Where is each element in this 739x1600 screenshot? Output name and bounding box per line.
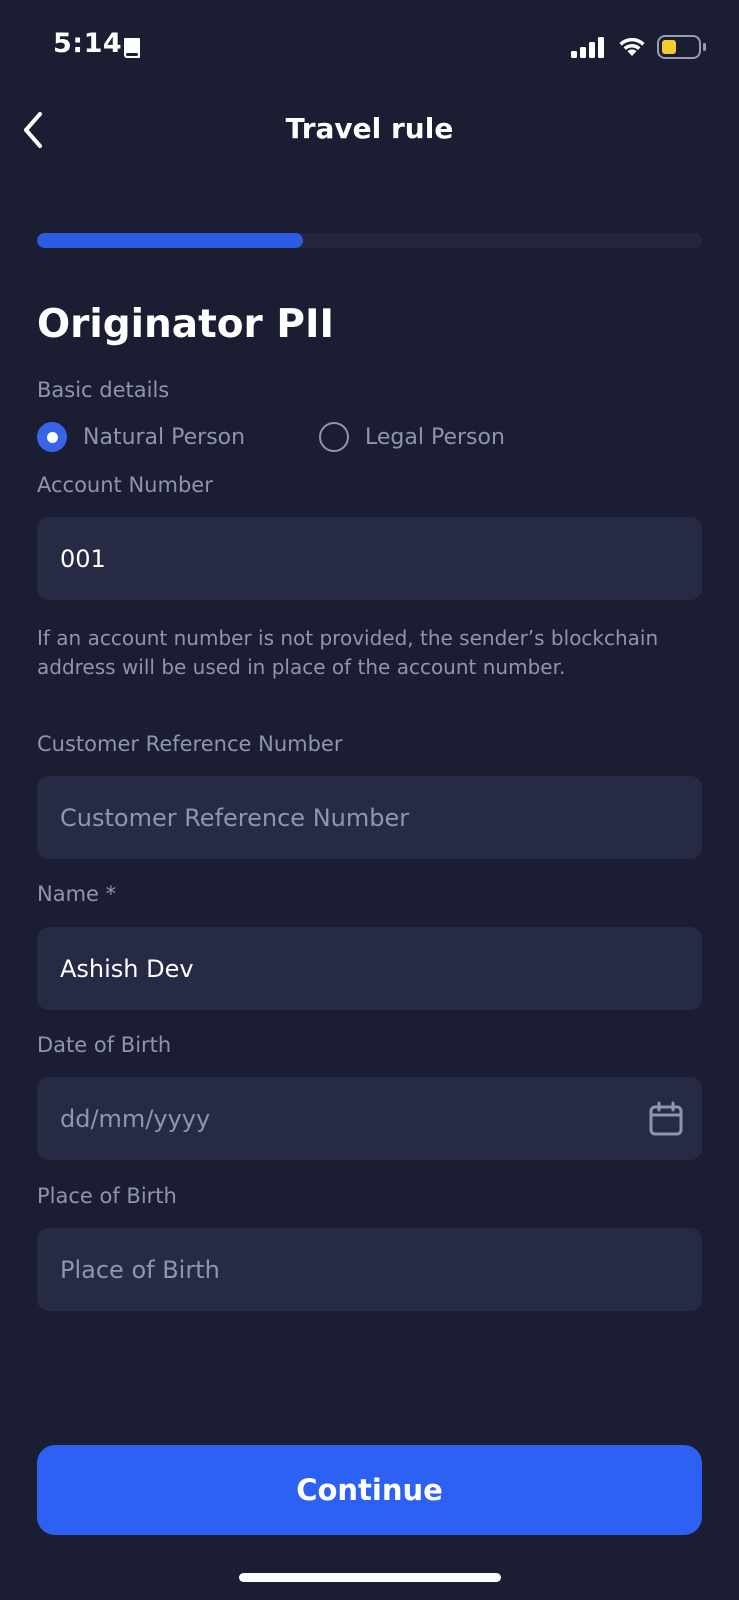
continue-button[interactable]: Continue	[37, 1445, 702, 1535]
radio-natural-person[interactable]: Natural Person	[37, 420, 245, 454]
signal-icon	[571, 37, 604, 58]
radio-label: Natural Person	[83, 424, 246, 450]
place-of-birth-placeholder: Place of Birth	[60, 1255, 220, 1284]
account-number-input[interactable]: 001	[37, 517, 702, 600]
progress-fill	[37, 233, 303, 248]
name-label: Name *	[37, 882, 117, 906]
continue-label: Continue	[296, 1473, 443, 1507]
book-icon	[124, 38, 140, 58]
page-title: Travel rule	[285, 112, 454, 145]
place-of-birth-input[interactable]: Place of Birth	[37, 1228, 702, 1311]
account-number-label: Account Number	[37, 473, 213, 497]
radio-label: Legal Person	[365, 424, 505, 450]
subsection-title: Basic details	[37, 378, 170, 402]
header: Travel rule	[0, 100, 739, 160]
home-indicator[interactable]	[239, 1573, 501, 1582]
account-number-helper: If an account number is not provided, th…	[37, 626, 659, 679]
status-bar: 5:14	[0, 0, 739, 96]
name-value: Ashish Dev	[60, 954, 194, 983]
customer-reference-input[interactable]: Customer Reference Number	[37, 776, 702, 859]
progress-bar	[37, 233, 702, 248]
date-of-birth-label: Date of Birth	[37, 1033, 172, 1057]
place-of-birth-label: Place of Birth	[37, 1184, 177, 1208]
customer-reference-placeholder: Customer Reference Number	[60, 803, 410, 832]
section-title: Originator PII	[37, 302, 334, 347]
radio-unchecked-icon	[319, 422, 349, 452]
wifi-icon	[619, 37, 645, 56]
radio-checked-icon	[37, 422, 67, 452]
battery-icon	[657, 35, 706, 59]
date-of-birth-input[interactable]: dd/mm/yyyy	[37, 1077, 702, 1160]
calendar-icon[interactable]	[648, 1101, 684, 1137]
name-input[interactable]: Ashish Dev	[37, 927, 702, 1010]
radio-legal-person[interactable]: Legal Person	[319, 420, 505, 454]
screen: 5:14 Travel rule Originator PII Basic de…	[0, 0, 739, 1600]
status-time: 5:14	[53, 28, 123, 59]
date-of-birth-placeholder: dd/mm/yyyy	[60, 1104, 211, 1133]
account-number-value: 001	[60, 544, 106, 573]
customer-reference-label: Customer Reference Number	[37, 732, 343, 756]
